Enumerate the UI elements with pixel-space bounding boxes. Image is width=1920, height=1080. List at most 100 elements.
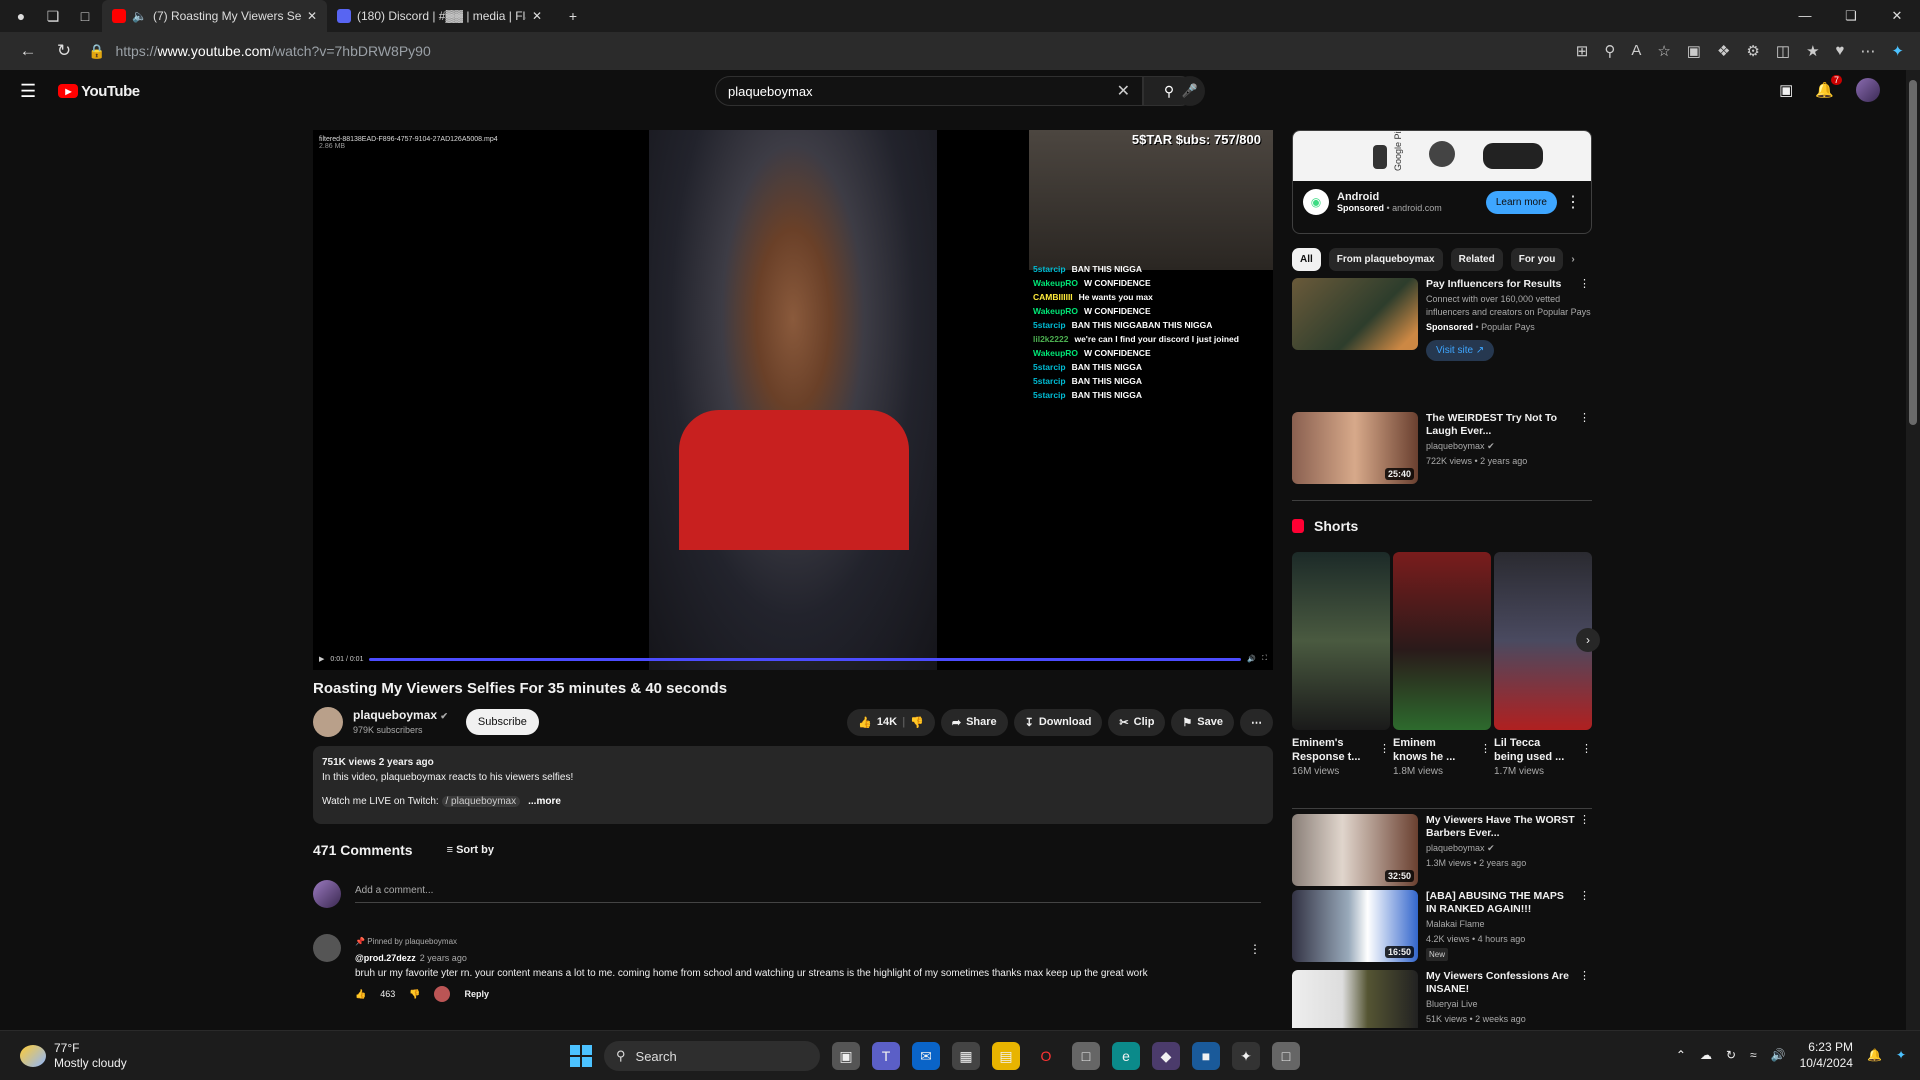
app-icon[interactable]: ■ [1192,1042,1220,1070]
comment-menu-icon[interactable]: ⋮ [1249,942,1261,956]
tab-youtube[interactable]: 🔈 (7) Roasting My Viewers Sel ✕ [102,0,327,32]
cloud-icon[interactable]: ☁ [1700,1048,1712,1062]
short-thumbnail[interactable] [1393,552,1491,730]
scrollbar-thumb[interactable] [1909,80,1917,425]
speaker-icon[interactable]: 🔈 [132,9,147,23]
account-avatar[interactable] [1856,78,1880,102]
rec-menu-icon[interactable]: ⋮ [1579,970,1590,983]
short-menu-icon[interactable]: ⋮ [1581,742,1592,755]
weather-widget[interactable]: 77°F Mostly cloudy [20,1041,127,1071]
rec-menu-icon[interactable]: ⋮ [1579,890,1590,903]
copilot-icon[interactable]: ✦ [1896,1048,1906,1062]
fullscreen-icon[interactable]: ⛶ [1262,655,1267,663]
subscribe-button[interactable]: Subscribe [465,709,539,735]
task-view-icon[interactable]: ▣ [832,1042,860,1070]
clear-search-icon[interactable]: ✕ [1117,81,1130,101]
copilot-icon[interactable]: ✦ [1891,42,1904,60]
extensions-puzzle-icon[interactable]: ⚙ [1746,42,1759,60]
recommended-item[interactable]: 25:40 The WEIRDEST Try Not To Laugh Ever… [1292,412,1592,484]
chip-for-you[interactable]: For you [1510,248,1564,271]
voice-search-button[interactable]: 🎤 [1175,76,1205,106]
thumbs-down-icon[interactable]: 👎 [910,716,924,729]
short-menu-icon[interactable]: ⋮ [1379,742,1390,755]
app-icon[interactable]: ◆ [1152,1042,1180,1070]
chip-all[interactable]: All [1292,248,1321,271]
recommended-item[interactable]: 32:50 My Viewers Have The WORST Barbers … [1292,814,1592,886]
volume-icon[interactable]: 🔊 [1771,1048,1786,1062]
close-tab-icon[interactable]: ✕ [307,9,317,23]
rec-menu-icon[interactable]: ⋮ [1579,412,1590,425]
channel-name[interactable]: plaqueboymax [353,708,437,722]
like-button[interactable]: 👍 14K | 👎 [847,708,935,736]
notifications-bell-icon[interactable]: 🔔 7 [1815,75,1842,99]
more-actions-button[interactable]: ⋯ [1240,708,1273,736]
taskbar-search[interactable]: ⚲ Search [604,1041,820,1071]
app-icon[interactable]: □ [1072,1042,1100,1070]
video-player[interactable]: filtered-88138EAD-F896-4757-9104-27AD126… [313,130,1273,670]
video-thumbnail[interactable]: 25:40 [1292,412,1418,484]
short-thumbnail[interactable] [1292,552,1390,730]
rec-menu-icon[interactable]: ⋮ [1579,814,1590,827]
recommended-item[interactable]: 16:50 [ABA] ABUSING THE MAPS IN RANKED A… [1292,890,1592,962]
app-icon[interactable]: □ [1272,1042,1300,1070]
recommended-item[interactable]: Pay Influencers for Results Connect with… [1292,278,1592,361]
youtube-logo[interactable]: ▶ YouTube [58,83,140,100]
chip-from-channel[interactable]: From plaqueboymax [1328,248,1443,271]
split-screen-icon[interactable]: ◫ [1776,42,1790,60]
lock-icon[interactable]: 🔒 [88,43,105,60]
recommended-item[interactable]: My Viewers Confessions Are INSANE! Bluer… [1292,970,1592,1028]
video-thumbnail[interactable] [1292,278,1418,350]
comment-dislike-icon[interactable]: 👎 [409,986,420,1002]
tab-actions-icon[interactable]: □ [74,5,96,27]
close-tab-icon[interactable]: ✕ [532,9,542,23]
short-item[interactable]: Lil Tecca being used ... 1.7M views ⋮ [1494,552,1592,777]
chip-related[interactable]: Related [1450,248,1503,271]
more-options-icon[interactable]: ⋯ [1860,42,1875,60]
tab-discord[interactable]: (180) Discord | #▓▓ | media | Fla ✕ [327,0,552,32]
download-button[interactable]: ↧ Download [1013,708,1103,736]
share-button[interactable]: ➦ Share [940,708,1008,736]
clock[interactable]: 6:23 PM 10/4/2024 [1800,1039,1853,1071]
ad-menu-icon[interactable]: ⋮ [1565,192,1581,212]
refresh-icon[interactable]: ↻ [46,41,82,61]
visit-site-button[interactable]: Visit site ↗ [1426,340,1495,361]
comment-input[interactable]: Add a comment... [355,885,1261,903]
app-icon[interactable]: ✦ [1232,1042,1260,1070]
search-input[interactable]: plaqueboymax ✕ [715,76,1143,106]
commenter-avatar[interactable] [313,934,341,962]
show-more-button[interactable]: ...more [528,796,561,807]
store-icon[interactable]: ▦ [952,1042,980,1070]
close-window-icon[interactable]: ✕ [1874,8,1920,24]
clip-button[interactable]: ✂ Clip [1108,708,1166,736]
minimize-icon[interactable]: — [1782,8,1828,24]
extension-icon[interactable]: ▣ [1687,42,1701,60]
restore-icon[interactable]: ❏ [1828,8,1874,24]
play-icon[interactable]: ▶ [319,655,324,663]
short-item[interactable]: Eminem knows he ... 1.8M views ⋮ [1393,552,1491,777]
chips-next-icon[interactable]: › [1571,248,1574,271]
favorite-star-icon[interactable]: ☆ [1657,42,1670,60]
sort-button[interactable]: ≡ Sort by [447,844,494,856]
channel-avatar[interactable] [313,707,343,737]
wifi-icon[interactable]: ≈ [1750,1048,1757,1062]
browser-essentials-icon[interactable]: ♥ [1836,42,1845,60]
comment-like-icon[interactable]: 👍 [355,986,366,1002]
opera-icon[interactable]: O [1032,1042,1060,1070]
profile-icon[interactable]: ● [10,5,32,27]
save-button[interactable]: ⚑ Save [1171,708,1234,736]
description-box[interactable]: 751K views 2 years ago In this video, pl… [313,746,1273,824]
favorites-icon[interactable]: ★ [1806,42,1819,60]
page-scrollbar[interactable] [1906,70,1920,1030]
zoom-icon[interactable]: ⚲ [1604,42,1615,60]
rec-menu-icon[interactable]: ⋮ [1579,278,1590,291]
create-video-icon[interactable]: ▣ [1779,81,1793,99]
menu-icon[interactable]: ☰ [20,81,36,102]
twitch-link[interactable]: / plaqueboymax [441,796,521,807]
progress-bar[interactable] [369,657,1242,661]
notification-icon[interactable]: 🔔 [1867,1048,1882,1062]
teams-icon[interactable]: T [872,1042,900,1070]
back-icon[interactable]: ← [10,41,46,61]
short-item[interactable]: Eminem's Response t... 16M views ⋮ [1292,552,1390,777]
app-available-icon[interactable]: ⊞ [1576,42,1589,60]
extension-icon[interactable]: ❖ [1717,42,1730,60]
